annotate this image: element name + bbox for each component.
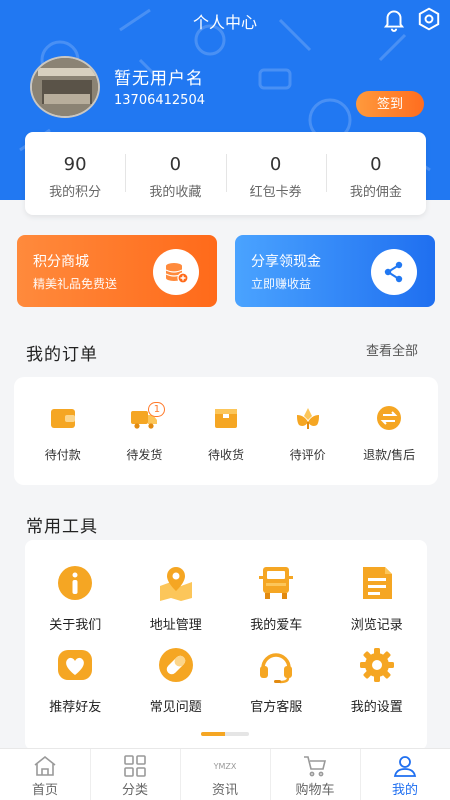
truck-icon bbox=[259, 567, 294, 599]
headset-icon bbox=[260, 653, 293, 684]
stat-label: 我的收藏 bbox=[149, 185, 202, 200]
order-label: 待付款 bbox=[44, 448, 81, 462]
tool-label: 推荐好友 bbox=[49, 700, 102, 715]
points-mall-card[interactable]: 积分商城 精美礼品免费送 bbox=[17, 235, 217, 307]
tab-category[interactable]: 分类 bbox=[90, 749, 180, 800]
order-label: 待发货 bbox=[126, 448, 163, 462]
order-pending-payment[interactable]: 待付款 bbox=[22, 377, 104, 485]
settings-gear-icon[interactable] bbox=[416, 6, 442, 32]
tool-label: 浏览记录 bbox=[350, 618, 403, 633]
promo-icon-circle bbox=[371, 249, 417, 295]
stat-value: 0 bbox=[370, 154, 382, 175]
tool-settings[interactable]: 我的设置 bbox=[327, 646, 428, 732]
orders-panel: 待付款 1 待发货 待收货 待评价 退款/售后 bbox=[14, 377, 438, 485]
scroll-indicator-fill bbox=[201, 732, 225, 736]
heart-icon bbox=[58, 650, 93, 680]
promo-title: 积分商城 bbox=[33, 254, 89, 270]
wallet-icon bbox=[50, 409, 75, 428]
grid-icon bbox=[124, 755, 146, 777]
tab-label: 首页 bbox=[31, 783, 58, 798]
tools-section-title: 常用工具 bbox=[26, 517, 98, 537]
bottom-tab-bar: 首页 分类 YMZX 资讯 购物车 我的 bbox=[0, 748, 450, 800]
promo-title: 分享领现金 bbox=[251, 254, 321, 270]
news-logo-text: YMZX bbox=[213, 762, 237, 771]
tools-grid: 关于我们 地址管理 我的爱车 浏览记录 推荐好友 常见问题 官方客服 我的设置 bbox=[25, 540, 427, 750]
shopping-cart-icon bbox=[304, 756, 327, 777]
document-icon bbox=[362, 567, 392, 599]
order-pending-receipt[interactable]: 待收货 bbox=[185, 377, 267, 485]
stat-value: 90 bbox=[63, 154, 87, 175]
promo-subtitle: 精美礼品免费送 bbox=[33, 277, 118, 291]
tool-refer-friends[interactable]: 推荐好友 bbox=[25, 646, 126, 732]
tab-mine[interactable]: 我的 bbox=[360, 749, 450, 800]
order-refund-aftersales[interactable]: 退款/售后 bbox=[348, 377, 430, 485]
stat-value: 0 bbox=[269, 154, 282, 175]
phone-number: 13706412504 bbox=[114, 93, 205, 108]
package-icon bbox=[214, 409, 237, 428]
tool-about-us[interactable]: 关于我们 bbox=[25, 564, 126, 646]
order-pending-shipment[interactable]: 1 待发货 bbox=[104, 377, 186, 485]
exchange-icon bbox=[377, 406, 402, 430]
orders-section-title: 我的订单 bbox=[26, 345, 98, 365]
tool-label: 我的爱车 bbox=[250, 618, 303, 633]
bell-icon[interactable] bbox=[381, 6, 407, 32]
username: 暂无用户名 bbox=[114, 69, 204, 89]
user-icon bbox=[393, 756, 417, 777]
gear-icon bbox=[359, 648, 394, 682]
stat-value: 0 bbox=[169, 154, 182, 175]
stat-label: 我的积分 bbox=[49, 185, 102, 200]
coins-icon bbox=[165, 263, 189, 284]
stats-card: 90 我的积分 0 我的收藏 0 红包卡券 0 我的佣金 bbox=[25, 132, 426, 215]
stat-commission[interactable]: 0 我的佣金 bbox=[325, 132, 426, 215]
tab-label: 分类 bbox=[121, 783, 148, 798]
order-label: 待收货 bbox=[207, 448, 244, 462]
tool-label: 官方客服 bbox=[250, 700, 303, 715]
tool-label: 我的设置 bbox=[350, 700, 403, 715]
promo-icon-circle bbox=[153, 249, 199, 295]
order-count-badge: 1 bbox=[148, 402, 166, 417]
stat-label: 红包卡券 bbox=[249, 185, 302, 200]
tab-label: 我的 bbox=[391, 783, 418, 798]
pill-icon bbox=[158, 648, 193, 682]
signin-button[interactable]: 签到 bbox=[356, 91, 424, 117]
info-icon bbox=[58, 566, 93, 600]
share-icon bbox=[384, 261, 403, 283]
avatar[interactable] bbox=[30, 56, 100, 118]
order-label: 待评价 bbox=[289, 448, 326, 462]
tool-label: 关于我们 bbox=[49, 618, 102, 633]
tools-scroll-indicator bbox=[201, 732, 249, 736]
order-label: 退款/售后 bbox=[363, 448, 416, 462]
stat-favorites[interactable]: 0 我的收藏 bbox=[125, 132, 225, 215]
order-pending-review[interactable]: 待评价 bbox=[267, 377, 349, 485]
tab-label: 购物车 bbox=[295, 783, 335, 798]
share-cash-card[interactable]: 分享领现金 立即赚收益 bbox=[235, 235, 435, 307]
tool-label: 常见问题 bbox=[149, 700, 202, 715]
view-all-orders-link[interactable]: 查看全部 bbox=[366, 340, 418, 359]
promo-subtitle: 立即赚收益 bbox=[251, 277, 312, 291]
news-logo-icon: YMZX bbox=[213, 762, 237, 771]
tab-cart[interactable]: 购物车 bbox=[270, 749, 360, 800]
home-icon bbox=[34, 755, 56, 776]
tool-label: 地址管理 bbox=[149, 618, 202, 633]
tab-home[interactable]: 首页 bbox=[0, 749, 90, 800]
tool-faq[interactable]: 常见问题 bbox=[126, 646, 227, 732]
tool-customer-service[interactable]: 官方客服 bbox=[226, 646, 327, 732]
stat-points[interactable]: 90 我的积分 bbox=[25, 132, 125, 215]
tab-news[interactable]: YMZX 资讯 bbox=[180, 749, 270, 800]
map-pin-icon bbox=[159, 567, 192, 601]
tool-my-car[interactable]: 我的爱车 bbox=[226, 564, 327, 646]
stat-coupons[interactable]: 0 红包卡券 bbox=[225, 132, 326, 215]
tool-address[interactable]: 地址管理 bbox=[126, 564, 227, 646]
flower-icon bbox=[296, 408, 319, 429]
tool-browse-history[interactable]: 浏览记录 bbox=[327, 564, 428, 646]
tab-label: 资讯 bbox=[211, 783, 238, 798]
stat-label: 我的佣金 bbox=[349, 185, 402, 200]
